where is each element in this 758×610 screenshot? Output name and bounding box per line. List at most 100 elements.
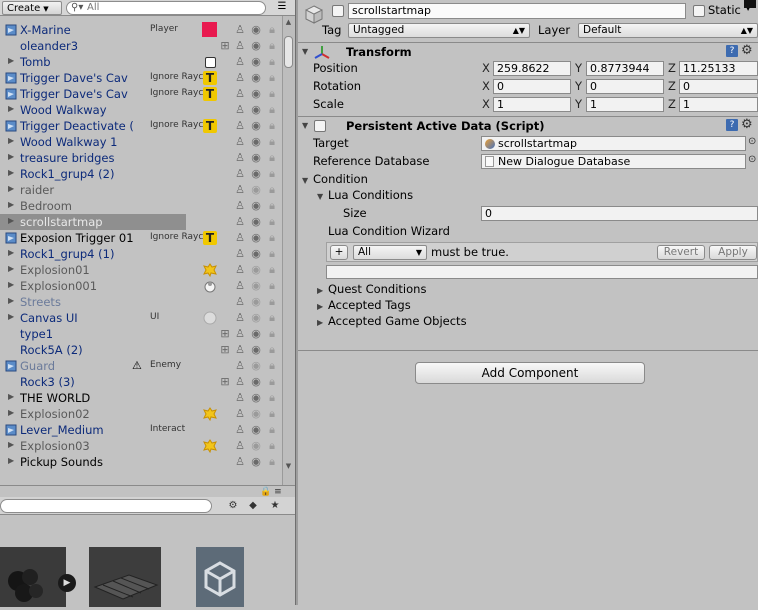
person-icon[interactable]: ♙ — [234, 440, 246, 452]
lock-icon[interactable]: 🔒︎ — [266, 136, 278, 148]
size-input[interactable]: 0 — [481, 206, 758, 221]
foldout-closed-icon[interactable]: ▶ — [317, 286, 323, 295]
person-icon[interactable]: ♙ — [234, 72, 246, 84]
person-icon[interactable]: ♙ — [234, 232, 246, 244]
hierarchy-row[interactable]: Rock5A (2) ⊞ ♙ ◉ 🔒︎ — [0, 342, 282, 358]
person-icon[interactable]: ♙ — [234, 264, 246, 276]
lock-icon[interactable]: 🔒︎ — [266, 152, 278, 164]
person-icon[interactable]: ♙ — [234, 120, 246, 132]
eye-icon[interactable]: ◉ — [250, 152, 262, 164]
hierarchy-scroll-thumb[interactable] — [284, 36, 293, 68]
lua-conditions-label[interactable]: Lua Conditions — [328, 188, 413, 202]
rotation-z-input[interactable]: 0 — [679, 79, 758, 94]
project-lock-icon[interactable]: 🔒 ≡ — [260, 487, 295, 497]
lock-icon[interactable]: 🔒︎ — [266, 184, 278, 196]
tag-dropdown[interactable]: Untagged ▲▼ — [348, 23, 530, 38]
eye-icon[interactable]: ◉ — [250, 312, 262, 324]
eye-icon[interactable]: ◉ — [250, 296, 262, 308]
create-button[interactable]: Create ▼ — [2, 1, 62, 15]
expand-arrow-icon[interactable]: ▶ — [8, 312, 18, 321]
expand-arrow-icon[interactable]: ▶ — [8, 136, 18, 145]
expand-arrow-icon[interactable]: ▶ — [8, 56, 18, 65]
revert-button[interactable]: Revert — [657, 245, 705, 260]
eye-icon[interactable]: ◉ — [250, 232, 262, 244]
all-any-dropdown[interactable]: All ▼ — [353, 245, 427, 260]
person-icon[interactable]: ♙ — [234, 408, 246, 420]
accepted-tags-label[interactable]: Accepted Tags — [328, 298, 411, 312]
scroll-down-icon[interactable]: ▼ — [284, 462, 293, 472]
eye-icon[interactable]: ◉ — [250, 120, 262, 132]
transform-header[interactable]: ▼ Transform ? ⚙ — [298, 42, 758, 62]
eye-icon[interactable]: ◉ — [250, 392, 262, 404]
foldout-closed-icon[interactable]: ▶ — [317, 318, 323, 327]
expand-arrow-icon[interactable]: ▶ — [8, 200, 18, 209]
person-icon[interactable]: ♙ — [234, 200, 246, 212]
expand-arrow-icon[interactable]: ▶ — [8, 408, 18, 417]
lock-icon[interactable]: 🔒︎ — [266, 440, 278, 452]
eye-icon[interactable]: ◉ — [250, 72, 262, 84]
lua-code-input[interactable] — [326, 265, 758, 279]
person-icon[interactable]: ♙ — [234, 424, 246, 436]
project-search-input[interactable] — [0, 499, 212, 513]
expand-arrow-icon[interactable]: ▶ — [8, 216, 18, 225]
eye-icon[interactable]: ◉ — [250, 56, 262, 68]
person-icon[interactable]: ♙ — [234, 216, 246, 228]
hierarchy-row[interactable]: ▶ Tomb ♙ ◉ 🔒︎ — [0, 54, 282, 70]
eye-icon[interactable]: ◉ — [250, 104, 262, 116]
eye-icon[interactable]: ◉ — [250, 248, 262, 260]
hierarchy-row[interactable]: Rock3 (3) ⊞ ♙ ◉ 🔒︎ — [0, 374, 282, 390]
hierarchy-row[interactable]: ▶ raider ♙ ◉ 🔒︎ — [0, 182, 282, 198]
expand-arrow-icon[interactable]: ▶ — [8, 264, 18, 273]
lock-icon[interactable]: 🔒︎ — [266, 168, 278, 180]
eye-icon[interactable]: ◉ — [250, 280, 262, 292]
hierarchy-row[interactable]: ▶ THE WORLD ♙ ◉ 🔒︎ — [0, 390, 282, 406]
hierarchy-row[interactable]: oleander3 ⊞ ♙ ◉ 🔒︎ — [0, 38, 282, 54]
lock-icon[interactable]: 🔒︎ — [266, 72, 278, 84]
rotation-y-input[interactable]: 0 — [586, 79, 664, 94]
hierarchy-row[interactable]: Exposion Trigger 01 Ignore Rayc T ♙ ◉ 🔒︎ — [0, 230, 282, 246]
expand-arrow-icon[interactable]: ▶ — [8, 168, 18, 177]
hierarchy-row[interactable]: type1 ⊞ ♙ ◉ 🔒︎ — [0, 326, 282, 342]
eye-icon[interactable]: ◉ — [250, 456, 262, 468]
favorite-star-icon[interactable]: ★ — [266, 499, 284, 513]
hierarchy-row[interactable]: ▶ Streets ♙ ◉ 🔒︎ — [0, 294, 282, 310]
lock-icon[interactable]: 🔒︎ — [266, 280, 278, 292]
lock-icon[interactable]: 🔒︎ — [266, 344, 278, 356]
person-icon[interactable]: ♙ — [234, 152, 246, 164]
expand-arrow-icon[interactable]: ▶ — [8, 152, 18, 161]
hierarchy-row[interactable]: Guard Enemy ⚠ ♙ ◉ 🔒︎ — [0, 358, 282, 374]
person-icon[interactable]: ♙ — [234, 344, 246, 356]
hierarchy-row[interactable]: Trigger Dave's Cav Ignore Rayc T ♙ ◉ 🔒︎ — [0, 70, 282, 86]
lock-icon[interactable]: 🔒︎ — [266, 232, 278, 244]
expand-arrow-icon[interactable]: ▶ — [8, 296, 18, 305]
script-enabled-checkbox[interactable] — [314, 120, 326, 132]
hierarchy-row[interactable]: ▶ Explosion001 ♙ ◉ 🔒︎ — [0, 278, 282, 294]
person-icon[interactable]: ♙ — [234, 56, 246, 68]
person-icon[interactable]: ♙ — [234, 376, 246, 388]
scale-z-input[interactable]: 1 — [679, 97, 758, 112]
hierarchy-options-icon[interactable]: ☰ — [270, 1, 294, 15]
hierarchy-row[interactable]: ▶ Explosion02 ♙ ◉ 🔒︎ — [0, 406, 282, 422]
eye-icon[interactable]: ◉ — [250, 376, 262, 388]
hierarchy-row[interactable]: ▶ Rock1_grup4 (2) ♙ ◉ 🔒︎ — [0, 166, 282, 182]
lock-icon[interactable]: 🔒︎ — [266, 312, 278, 324]
condition-label[interactable]: Condition — [313, 172, 368, 186]
script-component-header[interactable]: ▼ Persistent Active Data (Script) ? ⚙ — [298, 116, 758, 136]
eye-icon[interactable]: ◉ — [250, 344, 262, 356]
hierarchy-row[interactable]: ▶ Rock1_grup4 (1) ♙ ◉ 🔒︎ — [0, 246, 282, 262]
asset-thumbnail[interactable] — [0, 547, 66, 607]
hierarchy-row[interactable]: ▶ Wood Walkway ♙ ◉ 🔒︎ — [0, 102, 282, 118]
hierarchy-row[interactable]: ▶ Canvas UI UI ♙ ◉ 🔒︎ — [0, 310, 282, 326]
expand-arrow-icon[interactable]: ▶ — [8, 104, 18, 113]
lock-icon[interactable]: 🔒︎ — [266, 392, 278, 404]
expand-arrow-icon[interactable]: ▶ — [8, 248, 18, 257]
eye-icon[interactable]: ◉ — [250, 216, 262, 228]
person-icon[interactable]: ♙ — [234, 280, 246, 292]
foldout-open-icon[interactable]: ▼ — [302, 176, 308, 185]
filter-label-icon[interactable]: ◆ — [244, 499, 262, 513]
lock-icon[interactable]: 🔒︎ — [266, 248, 278, 260]
expand-arrow-icon[interactable]: ▶ — [8, 456, 18, 465]
hierarchy-search-input[interactable]: ⚲▾ All — [66, 1, 266, 15]
person-icon[interactable]: ♙ — [234, 312, 246, 324]
hierarchy-row[interactable]: ▶ Pickup Sounds ♙ ◉ 🔒︎ — [0, 454, 282, 470]
